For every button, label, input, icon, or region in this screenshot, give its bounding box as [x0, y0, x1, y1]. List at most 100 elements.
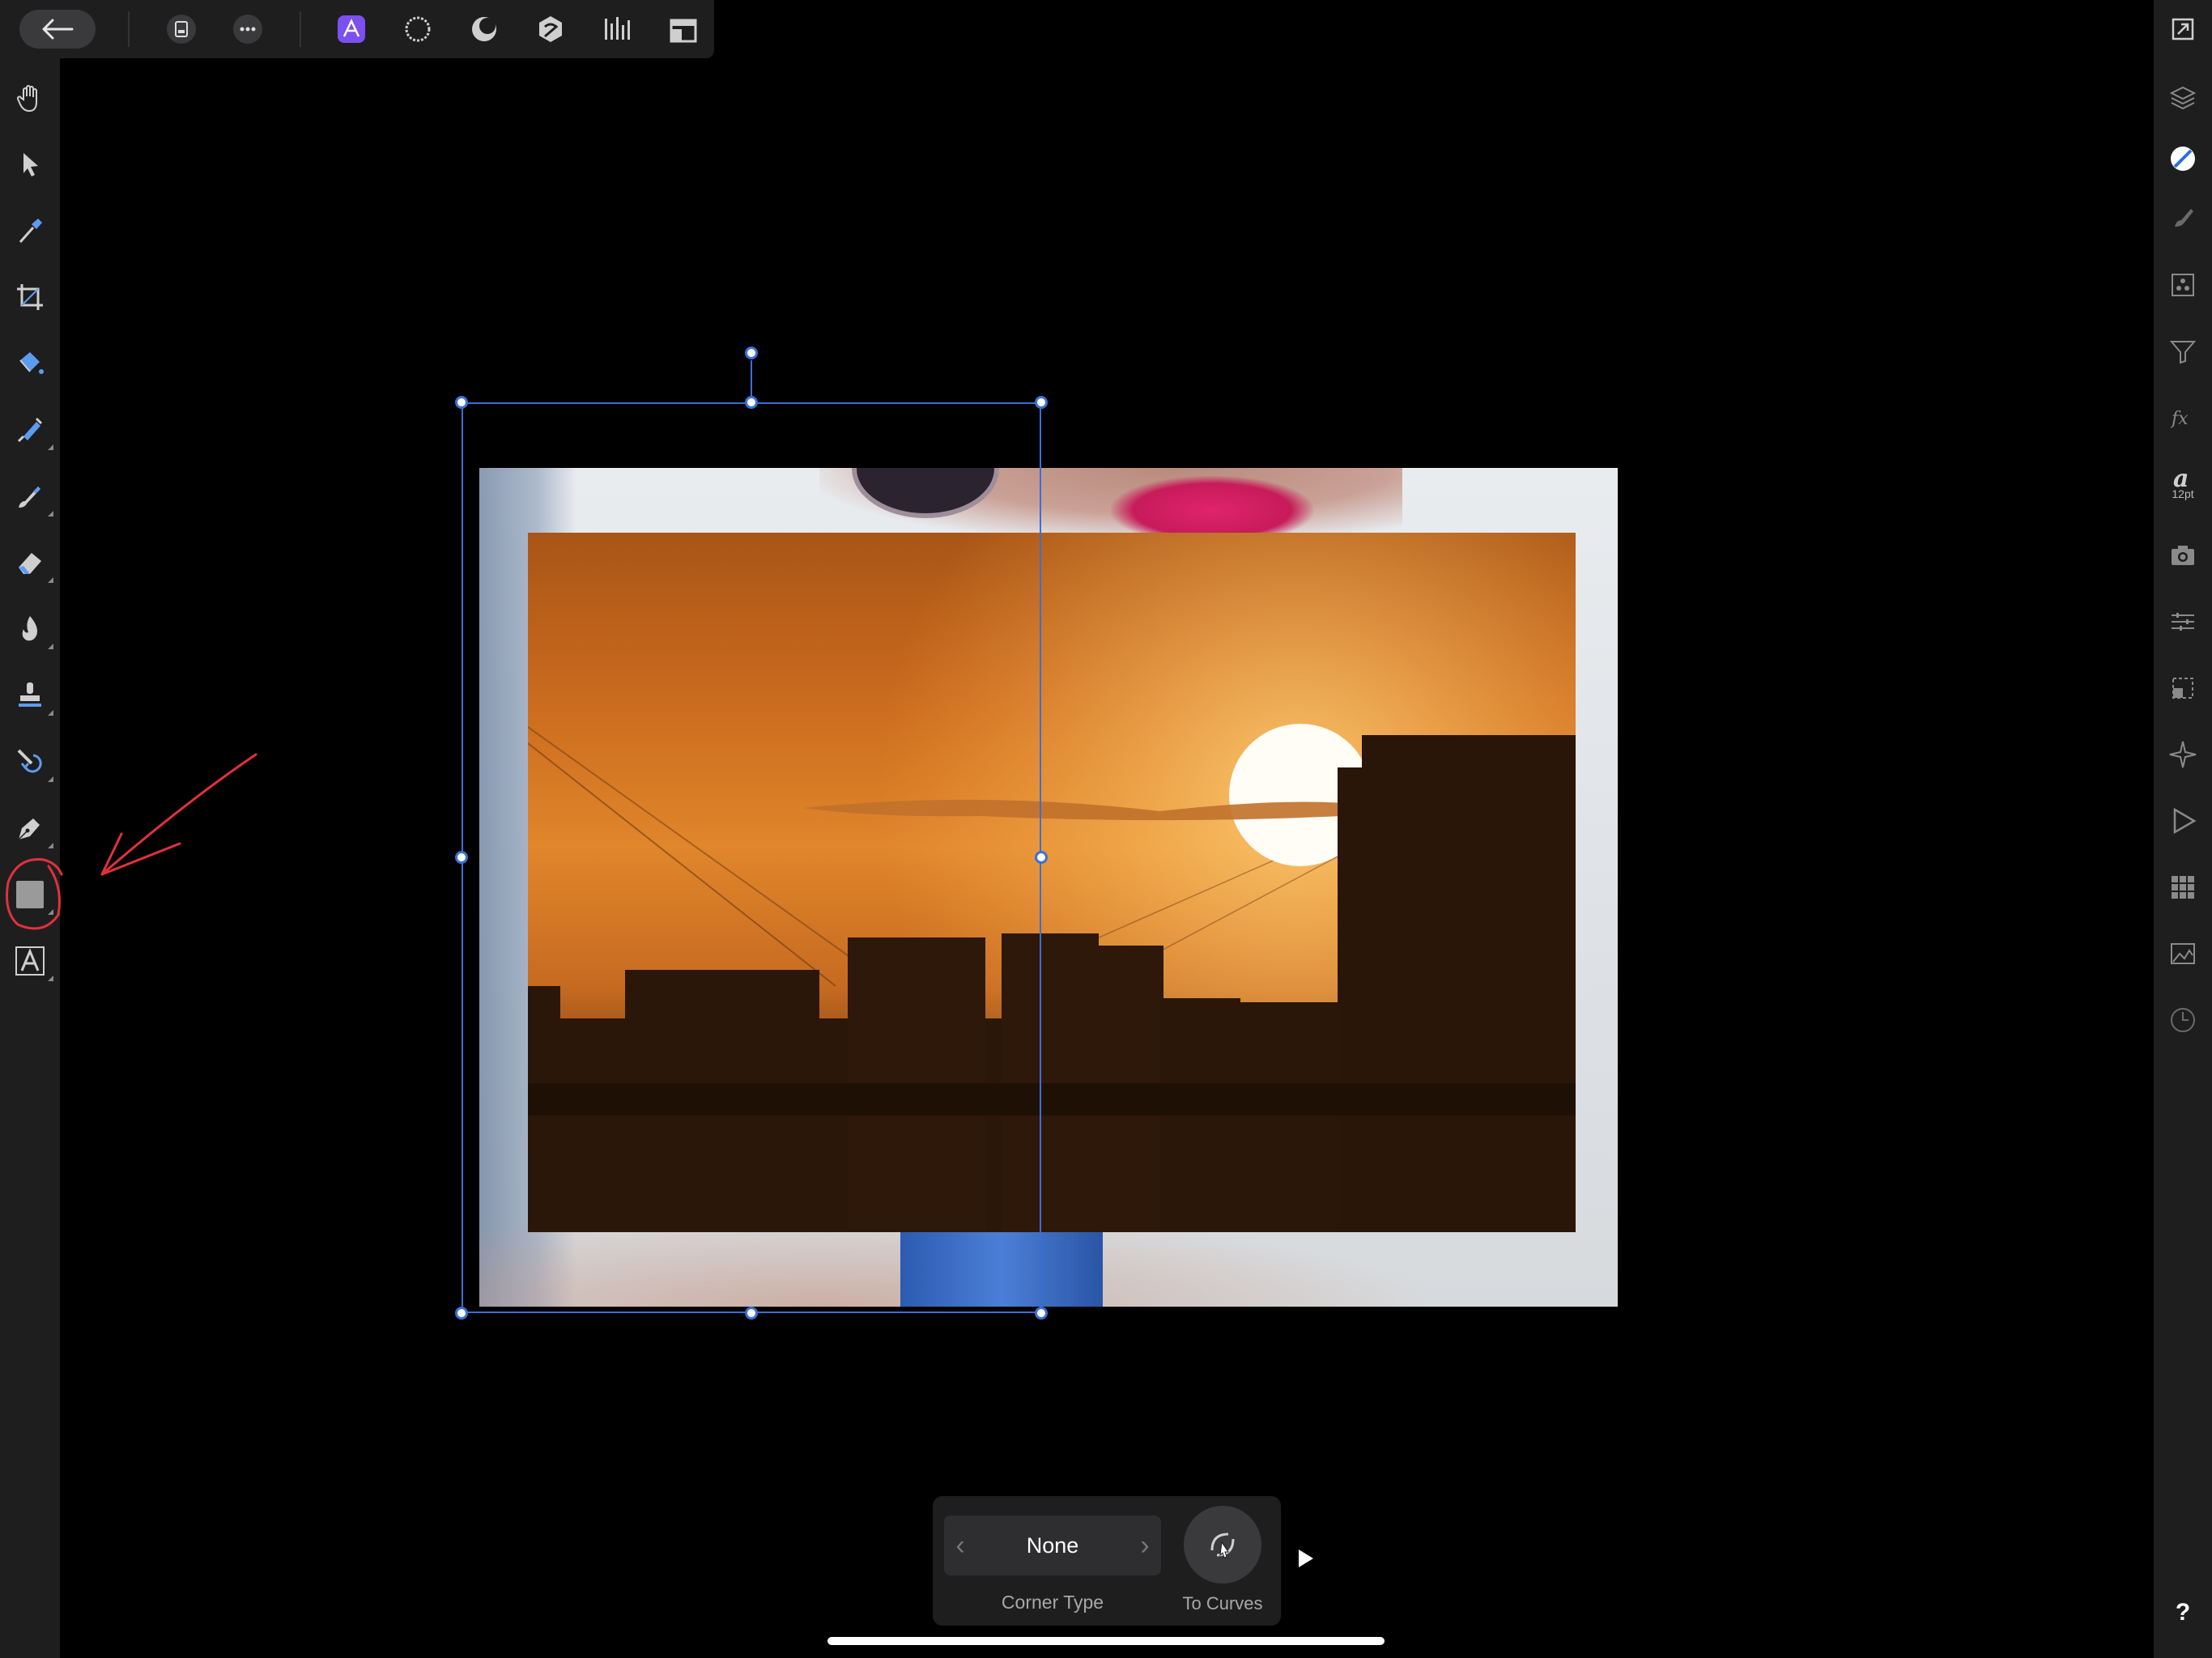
handle-bottom-center[interactable] [745, 1307, 758, 1320]
funnel-icon [2169, 341, 2197, 364]
corner-type-selector[interactable]: ‹ None › [944, 1516, 1161, 1575]
top-toolbar [0, 0, 714, 58]
subtools-indicator [48, 710, 53, 716]
context-toolbar: ‹ None › Corner Type To Curves [933, 1496, 1281, 1626]
fx-icon: fx [2170, 409, 2189, 429]
handle-top-left[interactable] [455, 396, 468, 409]
history-studio[interactable] [2160, 997, 2206, 1043]
rectangle-shape-icon [16, 881, 44, 908]
liquify-persona-button[interactable] [531, 10, 570, 49]
toolbar-divider [300, 11, 301, 47]
designer-persona-icon [338, 15, 365, 43]
transform-icon [2172, 678, 2193, 699]
clone-tool[interactable] [6, 672, 53, 719]
subtools-indicator [48, 511, 53, 517]
selection-bounding-box[interactable] [462, 402, 1041, 1313]
develop-persona-button[interactable] [598, 10, 636, 49]
more-icon [233, 15, 262, 44]
handle-bottom-left[interactable] [455, 1307, 468, 1320]
portrait-lips [1111, 476, 1313, 533]
text-icon [15, 946, 45, 976]
histogram-studio[interactable] [2160, 931, 2206, 976]
rotate-handle[interactable] [745, 346, 758, 359]
handle-top-center[interactable] [745, 396, 758, 409]
handle-middle-left[interactable] [455, 851, 468, 864]
sliders-icon [2172, 613, 2194, 631]
tone-persona-icon [472, 17, 496, 41]
crop-tool[interactable] [6, 274, 53, 321]
navigator-studio[interactable] [2160, 6, 2206, 52]
text-tool[interactable] [6, 937, 53, 984]
back-button[interactable] [19, 10, 96, 49]
subtools-indicator [48, 577, 53, 583]
dodge-tool[interactable] [6, 606, 53, 653]
character-studio[interactable]: a 12pt [2160, 460, 2206, 505]
help-button[interactable]: ? [2168, 1598, 2197, 1627]
corner-type-label: Corner Type [1001, 1592, 1104, 1613]
pixel-persona-icon [405, 16, 431, 42]
tone-persona-button[interactable] [465, 10, 504, 49]
liquify-persona-icon [539, 16, 562, 42]
home-indicator[interactable] [827, 1637, 1385, 1645]
font-icon: a [2173, 466, 2189, 490]
compass-icon [2169, 741, 2197, 768]
svg-text:a: a [2173, 466, 2189, 490]
image-icon [2171, 943, 2195, 964]
color-picker-tool[interactable] [6, 207, 53, 254]
rectangle-tool[interactable] [6, 871, 53, 918]
corner-type-value: None [1026, 1533, 1079, 1558]
pen-tool[interactable] [6, 805, 53, 852]
pen-icon [18, 818, 40, 840]
document-icon [167, 15, 196, 44]
handle-bottom-right[interactable] [1035, 1307, 1048, 1320]
font-size-label: 12pt [2172, 487, 2194, 500]
brushes-studio[interactable] [2160, 194, 2206, 240]
filters-studio[interactable] [2160, 329, 2206, 374]
flood-fill-tool[interactable] [6, 340, 53, 387]
develop-persona-icon [605, 17, 630, 40]
chevron-right-icon[interactable]: › [1129, 1516, 1161, 1575]
paint-brush-tool[interactable] [6, 473, 53, 520]
stock-studio[interactable] [2160, 533, 2206, 578]
eraser-tool[interactable] [6, 539, 53, 586]
grid-icon [2172, 876, 2194, 899]
swatches-studio[interactable] [2160, 865, 2206, 910]
color-studio[interactable] [2160, 136, 2206, 181]
macro-studio[interactable] [2160, 798, 2206, 844]
effects-studio[interactable]: fx [2160, 395, 2206, 440]
handle-top-right[interactable] [1035, 396, 1048, 409]
adjustments-studio[interactable] [2160, 262, 2206, 308]
document-button[interactable] [162, 10, 201, 49]
adjustment-sliders-studio[interactable] [2160, 599, 2206, 644]
transform-studio[interactable] [2160, 665, 2206, 711]
chevron-left-icon[interactable]: ‹ [944, 1516, 976, 1575]
context-toolbar-expand-button[interactable] [1299, 1550, 1313, 1567]
healing-tool[interactable] [6, 738, 53, 785]
navigator-icon [2172, 18, 2194, 40]
toolbar-divider [128, 11, 130, 47]
brush-icon [2175, 209, 2193, 227]
pixel-persona-button[interactable] [398, 10, 437, 49]
more-button[interactable] [228, 10, 267, 49]
layers-icon [2169, 86, 2197, 110]
subtools-indicator [48, 644, 53, 649]
move-tool[interactable] [6, 141, 53, 188]
subtools-indicator [48, 909, 53, 915]
selection-brush-icon [17, 417, 43, 443]
paint-brush-icon [19, 487, 40, 508]
selection-brush-tool[interactable] [6, 406, 53, 453]
layers-studio[interactable] [2160, 74, 2206, 120]
studio-panel: fx a 12pt ? [2154, 0, 2212, 1658]
play-outline-icon [2173, 807, 2197, 835]
convert-to-curves-icon [1210, 1533, 1235, 1558]
export-persona-button[interactable] [664, 10, 703, 49]
handle-middle-right[interactable] [1035, 851, 1048, 864]
eraser-icon [19, 553, 41, 574]
export-persona-icon [670, 19, 697, 43]
designer-persona-button[interactable] [332, 10, 371, 49]
navigation-studio[interactable] [2160, 732, 2206, 777]
healing-icon [17, 749, 42, 773]
to-curves-button[interactable] [1184, 1506, 1261, 1584]
hand-tool[interactable] [6, 74, 53, 121]
dodge-icon [22, 616, 37, 641]
